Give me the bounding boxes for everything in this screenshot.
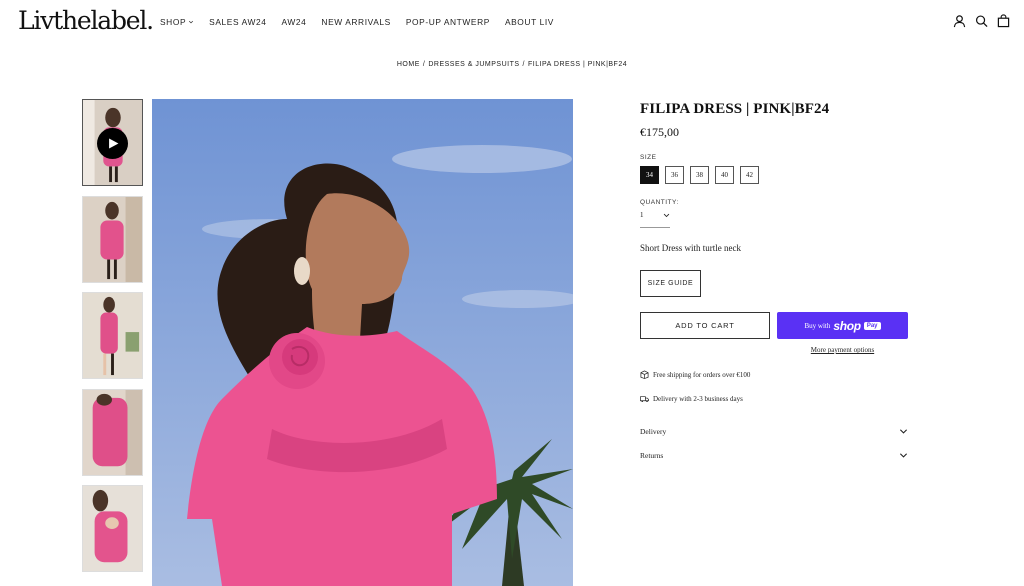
size-option-36[interactable]: 36 — [665, 166, 684, 184]
delivery-info-text: Delivery with 2-3 business days — [653, 394, 743, 403]
site-header: Livthelabel. SHOP SALES AW24 AW24 NEW AR… — [0, 0, 1024, 44]
package-icon — [640, 370, 649, 379]
play-button[interactable] — [97, 128, 128, 159]
thumbnail-image — [83, 486, 142, 571]
size-guide-button[interactable]: SIZE GUIDE — [640, 270, 701, 297]
account-icon[interactable] — [953, 14, 966, 28]
main-nav: SHOP SALES AW24 AW24 NEW ARRIVALS POP-UP… — [160, 17, 554, 27]
product-price: €175,00 — [640, 125, 679, 139]
shop-pay-buy-text: Buy with — [804, 321, 831, 330]
nav-item-label: SALES AW24 — [209, 17, 267, 27]
size-label: SIZE — [640, 154, 657, 161]
accordion-delivery[interactable]: Delivery — [640, 424, 908, 438]
chevron-down-icon — [663, 213, 670, 218]
quantity-label: QUANTITY: — [640, 199, 679, 206]
thumbnail-video[interactable] — [82, 99, 143, 186]
nav-item-sales-aw24[interactable]: SALES AW24 — [209, 17, 266, 27]
nav-item-shop[interactable]: SHOP — [160, 17, 194, 27]
header-icons — [953, 14, 1010, 28]
product-photo — [152, 99, 573, 586]
shipping-info-text: Free shipping for orders over €100 — [653, 370, 751, 379]
add-to-cart-button[interactable]: ADD TO CART — [640, 312, 770, 339]
delivery-info: Delivery with 2-3 business days — [640, 394, 743, 403]
nav-item-label: AW24 — [281, 17, 307, 27]
breadcrumb-dresses-jumpsuits[interactable]: DRESSES & JUMPSUITS — [428, 61, 519, 68]
accordion-label: Returns — [640, 450, 664, 460]
cart-icon[interactable] — [997, 14, 1010, 28]
shop-pay-logo: shop — [833, 318, 861, 333]
breadcrumb: HOME / DRESSES & JUMPSUITS / FILIPA DRESS | … — [396, 61, 628, 68]
shop-pay-badge: Pay — [863, 321, 881, 330]
thumbnail-item[interactable] — [82, 485, 143, 572]
thumbnail-image — [83, 197, 142, 282]
shipping-info: Free shipping for orders over €100 — [640, 370, 750, 379]
quantity-value: 1 — [640, 211, 644, 219]
chevron-down-icon — [899, 452, 908, 458]
product-description: Short Dress with turtle neck — [640, 243, 741, 253]
nav-item-label: NEW ARRIVALS — [321, 17, 391, 27]
nav-item-label: ABOUT LIV — [504, 17, 554, 27]
thumbnail-image — [83, 390, 142, 475]
chevron-down-icon — [189, 20, 194, 24]
product-title: FILIPA DRESS | PINK|BF24 — [640, 101, 830, 117]
search-icon[interactable] — [975, 14, 988, 28]
thumbnail-item[interactable] — [82, 292, 143, 379]
size-selector: 34 36 38 40 42 — [640, 166, 759, 184]
more-payment-options-link[interactable]: More payment options — [777, 346, 908, 354]
size-option-38[interactable]: 38 — [690, 166, 709, 184]
play-icon — [109, 138, 119, 149]
accordion-label: Delivery — [640, 426, 667, 436]
size-option-42[interactable]: 42 — [740, 166, 759, 184]
nav-item-label: POP-UP ANTWERP — [405, 17, 490, 27]
size-option-34[interactable]: 34 — [640, 166, 659, 184]
nav-item-pop-up-antwerp[interactable]: POP-UP ANTWERP — [406, 17, 490, 27]
accordion-returns[interactable]: Returns — [640, 448, 908, 462]
nav-item-label: SHOP — [160, 17, 187, 27]
nav-item-about-liv[interactable]: ABOUT LIV — [505, 17, 554, 27]
buy-with-shop-pay-button[interactable]: Buy with shop Pay — [777, 312, 908, 339]
brand-logo[interactable]: Livthelabel. — [18, 6, 154, 35]
thumbnail-item[interactable] — [82, 196, 143, 283]
nav-item-aw24[interactable]: AW24 — [282, 17, 307, 27]
main-product-image[interactable] — [152, 99, 573, 586]
thumbnail-image — [83, 293, 142, 378]
breadcrumb-current: FILIPA DRESS | PINK|BF24 — [527, 61, 628, 68]
nav-item-new-arrivals[interactable]: NEW ARRIVALS — [321, 17, 390, 27]
chevron-down-icon — [899, 428, 908, 434]
thumbnail-item[interactable] — [82, 389, 143, 476]
truck-icon — [640, 396, 649, 403]
breadcrumb-home[interactable]: HOME — [397, 61, 420, 68]
size-option-40[interactable]: 40 — [715, 166, 734, 184]
quantity-select[interactable]: 1 — [640, 211, 670, 228]
